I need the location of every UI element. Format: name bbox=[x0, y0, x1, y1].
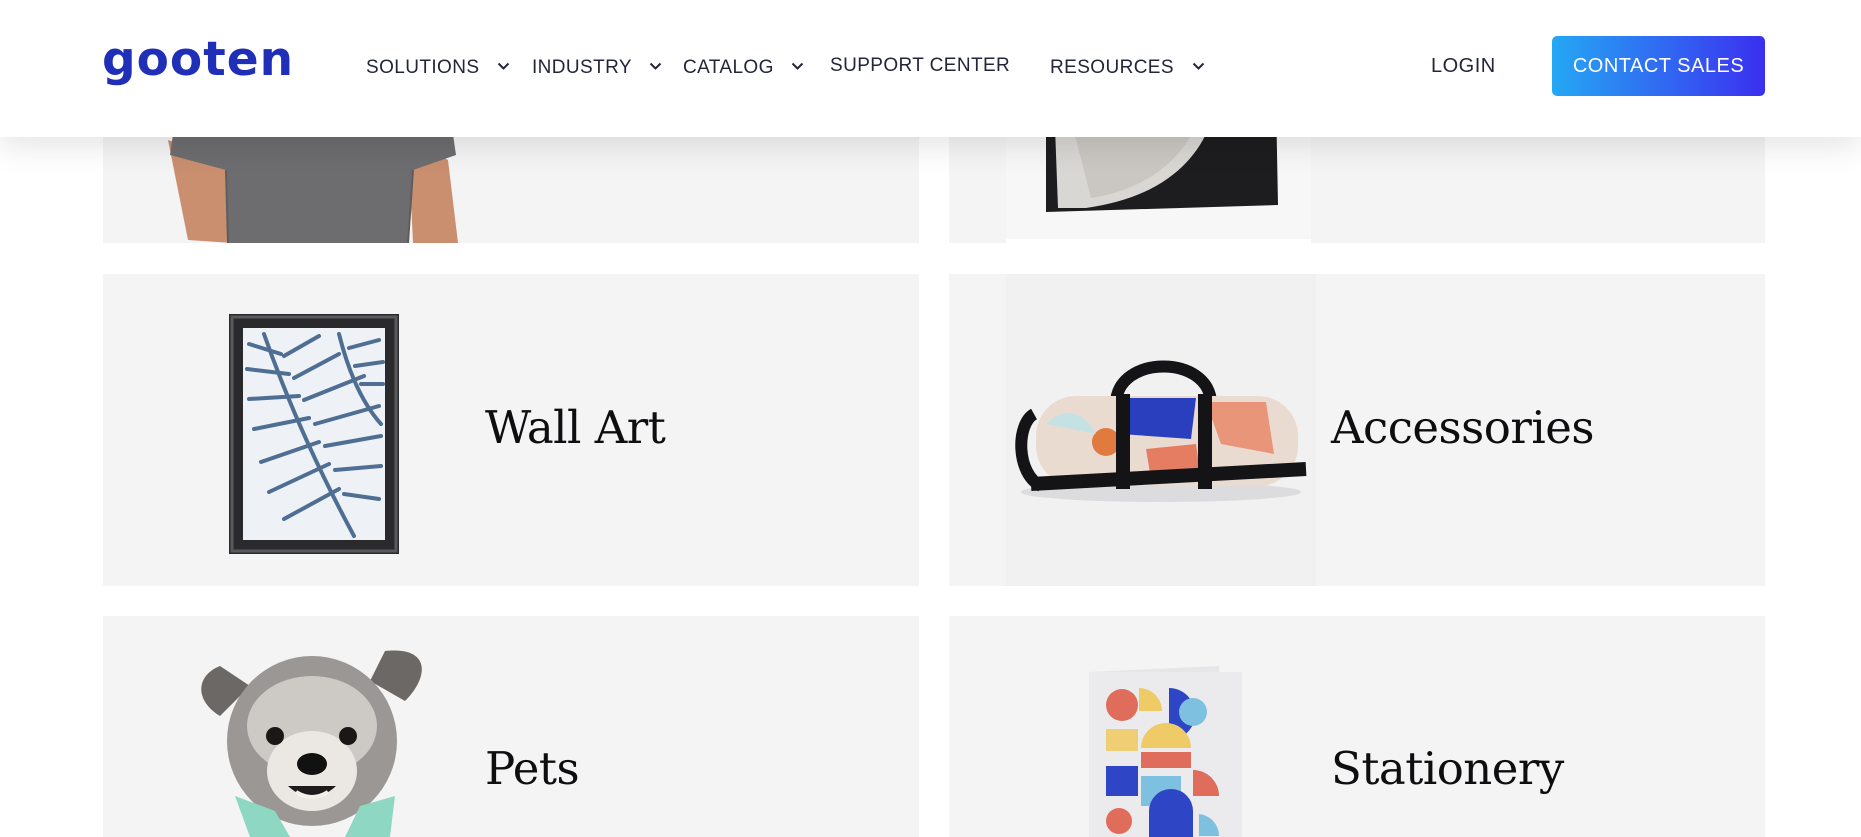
contact-sales-label: CONTACT SALES bbox=[1572, 54, 1745, 77]
nav-support-center-label: SUPPORT CENTER bbox=[830, 55, 1011, 76]
nav-industry[interactable]: INDUSTRY bbox=[532, 53, 662, 79]
nav-catalog-label: CATALOG bbox=[683, 57, 774, 78]
chevron-down-icon bbox=[1192, 53, 1205, 79]
category-card-accessories[interactable]: Accessories bbox=[949, 274, 1765, 586]
greeting-card-image bbox=[1089, 666, 1244, 837]
category-card-wall-art[interactable]: Wall Art bbox=[103, 274, 919, 586]
nav-resources[interactable]: RESOURCES bbox=[1050, 53, 1205, 79]
site-header: gooten SOLUTIONS INDUSTRY CATALOG SUPPOR… bbox=[0, 0, 1861, 137]
nav-industry-label: INDUSTRY bbox=[532, 57, 632, 78]
category-title: Wall Art bbox=[485, 401, 666, 454]
nav-catalog[interactable]: CATALOG bbox=[683, 53, 804, 79]
nav-solutions-label: SOLUTIONS bbox=[366, 57, 480, 78]
chevron-down-icon bbox=[791, 53, 804, 79]
dog-image bbox=[190, 646, 440, 837]
category-title: Pets bbox=[485, 742, 580, 795]
category-title: Stationery bbox=[1331, 742, 1564, 795]
duffel-bag-image bbox=[1006, 274, 1316, 586]
contact-sales-button[interactable]: CONTACT SALES bbox=[1552, 36, 1765, 96]
nav-support-center[interactable]: SUPPORT CENTER bbox=[830, 53, 1010, 79]
framed-print-image bbox=[229, 314, 399, 559]
chevron-down-icon bbox=[497, 53, 510, 79]
category-card-pets[interactable]: Pets bbox=[103, 616, 919, 837]
login-link[interactable]: LOGIN bbox=[1431, 53, 1496, 79]
nav-resources-label: RESOURCES bbox=[1050, 57, 1174, 78]
category-title: Accessories bbox=[1331, 401, 1594, 454]
category-card-stationery[interactable]: Stationery bbox=[949, 616, 1765, 837]
gooten-logo[interactable]: gooten bbox=[102, 36, 294, 83]
chevron-down-icon bbox=[649, 53, 662, 79]
nav-solutions[interactable]: SOLUTIONS bbox=[366, 53, 510, 79]
